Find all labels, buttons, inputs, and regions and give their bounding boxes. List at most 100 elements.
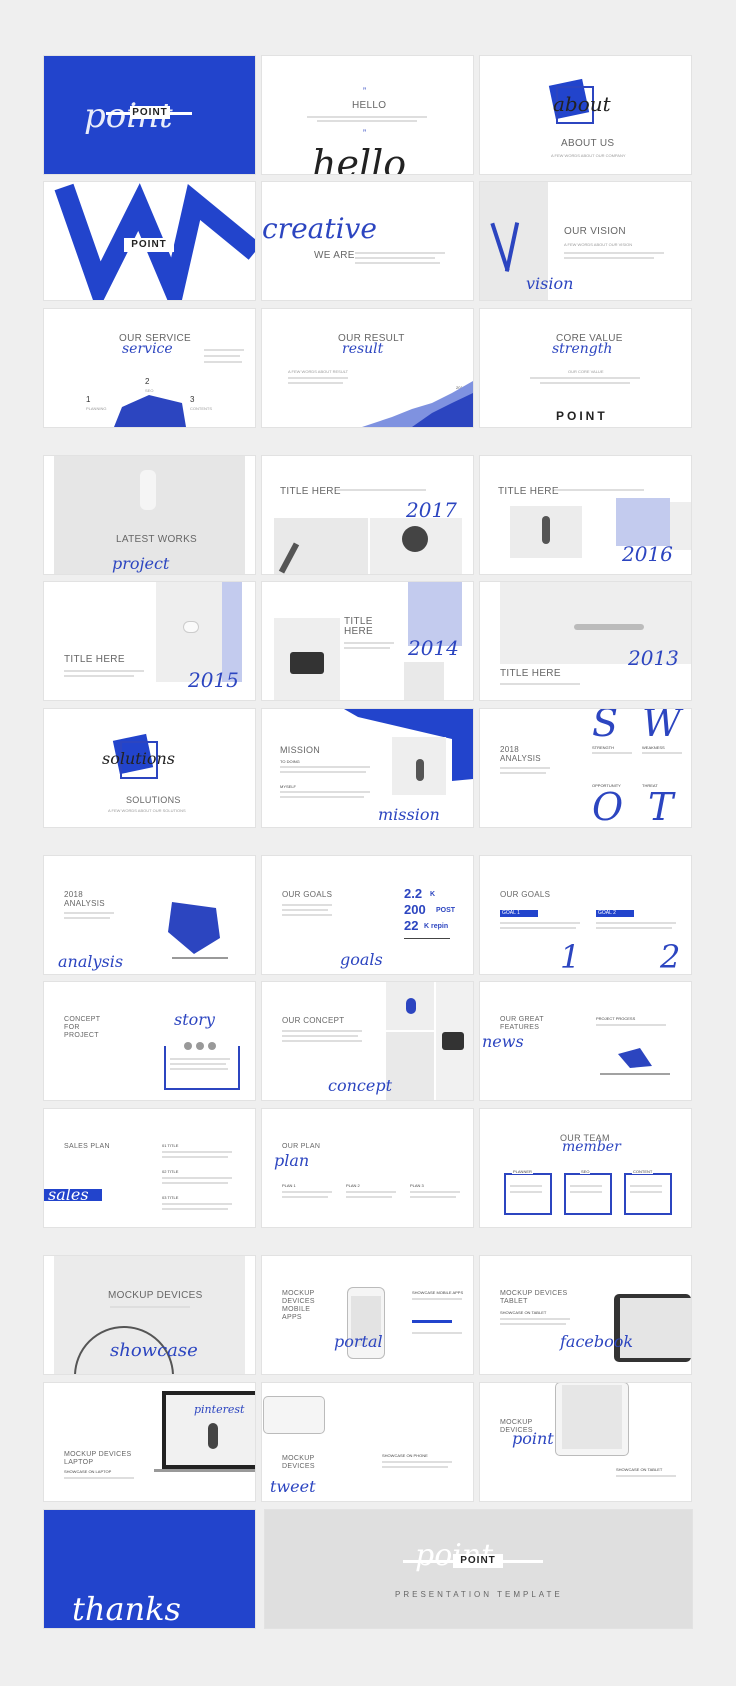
growth-area <box>362 381 473 427</box>
point-script: point <box>512 1429 554 1448</box>
slide-title-2015[interactable]: TITLE HERE 2015 <box>44 582 255 700</box>
text-line <box>162 1208 228 1210</box>
slide-service[interactable]: OUR SERVICE service 2 SEO 1 PLANNING 3 C… <box>44 309 255 427</box>
slide-title-2014[interactable]: TITLE HERE 2014 <box>262 582 473 700</box>
team-card[interactable] <box>624 1173 672 1215</box>
text-line <box>382 1461 452 1463</box>
slide-title-line1: MOCKUP <box>500 1419 533 1426</box>
slide-brand-brush[interactable]: POINT <box>44 182 255 300</box>
slide-title-line4: APPS <box>282 1314 302 1321</box>
slide-title-2013[interactable]: TITLE HERE 2013 <box>480 582 691 700</box>
slide-solutions[interactable]: solutions SOLUTIONS A FEW WORDS ABOUT OU… <box>44 709 255 827</box>
slide-mockup-laptop[interactable]: pinterest MOCKUP DEVICES LAPTOP SHOWCASE… <box>44 1383 255 1501</box>
team-card[interactable] <box>564 1173 612 1215</box>
slide-title-line2: ANALYSIS <box>500 754 541 763</box>
slide-subtitle: A FEW WORDS ABOUT OUR VISION <box>564 242 633 247</box>
slide-mockup-showcase[interactable]: MOCKUP DEVICES showcase <box>44 1256 255 1374</box>
section-heading: SHOWCASE MOBILE APPS <box>412 1290 464 1295</box>
slide-swot[interactable]: 2018 ANALYSIS S W O T STRENGTH WEAKNESS … <box>480 709 691 827</box>
slide-title-line1: MOCKUP DEVICES <box>64 1451 132 1458</box>
text-line <box>564 257 654 259</box>
goal-badge: GOAL 1 <box>500 910 538 917</box>
swot-letter-o: O <box>592 785 624 827</box>
text-line <box>282 1196 328 1198</box>
slide-hello[interactable]: ” HELLO ” hello <box>262 56 473 174</box>
slide-mockup-tablet-2[interactable]: MOCKUP DEVICES point SHOWCASE ON TABLET <box>480 1383 691 1501</box>
goal-badge: GOAL 2 <box>596 910 634 917</box>
slide-result[interactable]: OUR RESULT result A FEW WORDS ABOUT RESU… <box>262 309 473 427</box>
stat-unit: K <box>430 891 436 898</box>
swot-label: STRENGTH <box>592 745 614 750</box>
slide-goals-two[interactable]: OUR GOALS GOAL 1 GOAL 2 1 2 <box>480 856 691 974</box>
text-line <box>500 767 550 769</box>
section-heading: SHOWCASE ON LAPTOP <box>64 1469 112 1474</box>
text-line <box>564 252 664 254</box>
slide-title: OUR PLAN <box>282 1143 321 1150</box>
slide-vision[interactable]: OUR VISION A FEW WORDS ABOUT OUR VISION … <box>480 182 691 300</box>
slide-story[interactable]: CONCEPT FOR PROJECT story <box>44 982 255 1100</box>
slide-core-value[interactable]: CORE VALUE strength OUR CORE VALUE POINT <box>480 309 691 427</box>
text-line <box>282 1191 332 1193</box>
slide-title: LATEST WORKS <box>116 534 198 545</box>
slide-title-2017[interactable]: TITLE HERE 2017 <box>262 456 473 574</box>
slide-title: HELLO <box>352 100 387 111</box>
text-line <box>162 1156 228 1158</box>
slide-sales-plan[interactable]: SALES PLAN sales 01 TITLE 02 TITLE 03 TI… <box>44 1109 255 1227</box>
slide-mockup-tablet[interactable]: MOCKUP DEVICES TABLET SHOWCASE ON TABLET… <box>480 1256 691 1374</box>
stat-value: 22 <box>404 918 419 933</box>
typewriter <box>290 652 324 674</box>
text-line <box>280 796 364 798</box>
slide-about[interactable]: about ABOUT US A FEW WORDS ABOUT OUR COM… <box>480 56 691 174</box>
photo-blue-block <box>616 498 670 546</box>
text-line <box>64 670 144 672</box>
slide-title-line1: CONCEPT <box>64 1016 101 1023</box>
year-script: 2016 <box>622 542 673 566</box>
text-line <box>162 1177 232 1179</box>
stat-unit: POST <box>436 907 456 914</box>
slide-presentation-template[interactable]: point POINT PRESENTATION TEMPLATE <box>265 1510 692 1628</box>
slide-mockup-phone[interactable]: MOCKUP DEVICES tweet SHOWCASE ON PHONE <box>262 1383 473 1501</box>
text-line <box>282 904 332 906</box>
cactus <box>542 516 550 544</box>
slide-title-2016[interactable]: TITLE HERE 2016 <box>480 456 691 574</box>
section-heading: SHOWCASE ON TABLET <box>616 1467 663 1472</box>
text-line <box>412 1298 462 1300</box>
slide-we-are[interactable]: creative WE ARE <box>262 182 473 300</box>
team-card[interactable] <box>504 1173 552 1215</box>
text-line <box>170 1063 226 1065</box>
plant <box>406 998 416 1014</box>
text-line <box>170 1058 230 1060</box>
slide-goals-stats[interactable]: OUR GOALS 2.2 K 200 POST 22 K repin goal… <box>262 856 473 974</box>
slide-title-line1: 2018 <box>500 745 519 754</box>
text-line <box>630 1191 662 1193</box>
text-line <box>642 752 682 754</box>
text-line <box>596 927 672 929</box>
slide-mockup-mobile[interactable]: MOCKUP DEVICES MOBILE APPS portal SHOWCA… <box>262 1256 473 1374</box>
slide-our-plan[interactable]: OUR PLAN plan PLAN 1 PLAN 2 PLAN 3 <box>262 1109 473 1227</box>
slide-team[interactable]: OUR TEAM member PLANNER SEO CONTENT <box>480 1109 691 1227</box>
slide-title: MOCKUP DEVICES <box>108 1290 203 1301</box>
slide-mission[interactable]: MISSION TO DOING MYSELF mission <box>262 709 473 827</box>
slide-concept[interactable]: OUR CONCEPT concept <box>262 982 473 1100</box>
airpod <box>184 622 198 632</box>
slide-cover[interactable]: point POINT <box>44 56 255 174</box>
slide-features[interactable]: OUR GREAT FEATURES news PROJECT PROCESS <box>480 982 691 1100</box>
solutions-script: solutions <box>102 749 175 768</box>
concept-script: concept <box>328 1076 392 1095</box>
stat-value: 2.2 <box>404 886 423 901</box>
text-line <box>596 922 676 924</box>
slide-title: SALES PLAN <box>64 1143 110 1150</box>
plan-column-title: PLAN 3 <box>410 1183 424 1188</box>
vision-script: vision <box>526 274 574 293</box>
brand-label: POINT <box>453 1554 503 1568</box>
slide-thanks[interactable]: thanks <box>44 1510 255 1628</box>
slide-title-line2: DEVICES <box>282 1298 315 1305</box>
slide-latest-works[interactable]: LATEST WORKS project <box>44 456 255 574</box>
text-line <box>570 1185 602 1187</box>
text-line <box>410 1196 456 1198</box>
slide-analysis[interactable]: 2018 ANALYSIS analysis <box>44 856 255 974</box>
swot-label: THREAT <box>642 783 658 788</box>
text-line <box>344 647 390 649</box>
facebook-script: facebook <box>560 1332 634 1351</box>
thanks-script: thanks <box>72 1590 181 1628</box>
